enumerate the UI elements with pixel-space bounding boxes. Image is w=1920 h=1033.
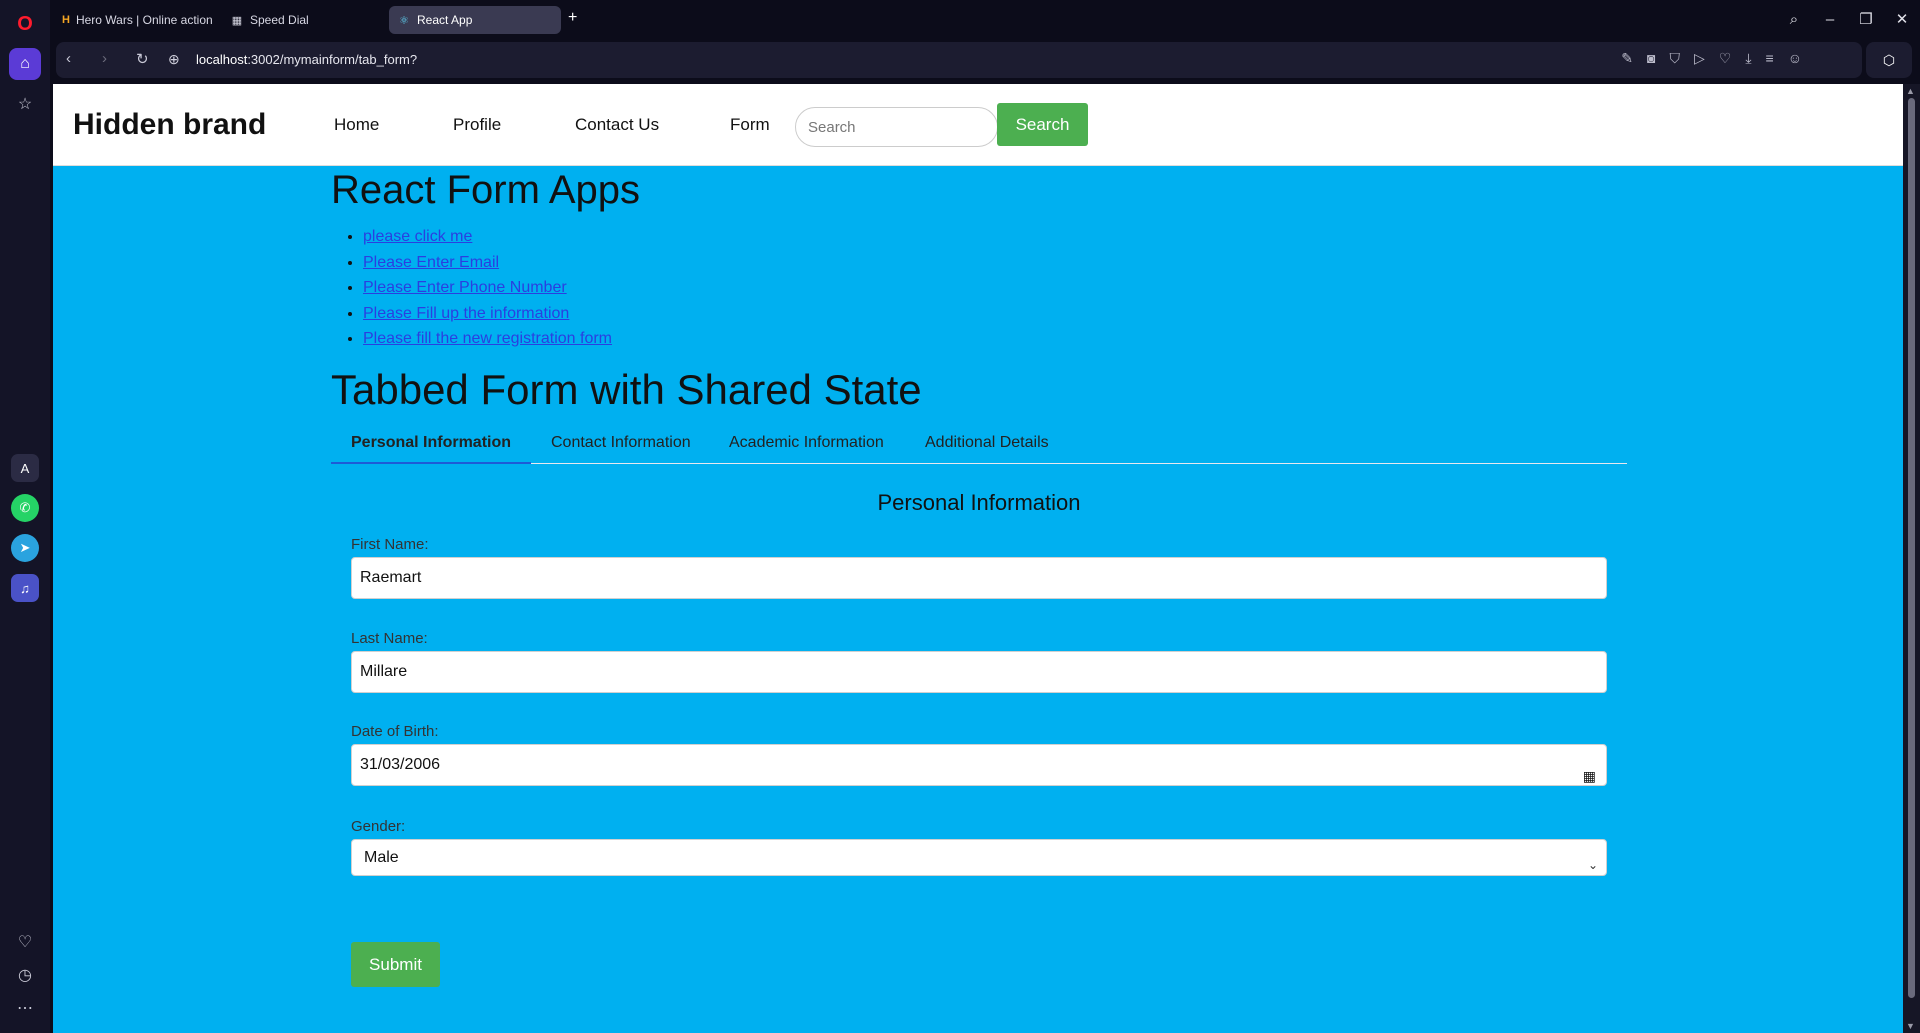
last-name-value: Millare: [360, 663, 408, 680]
scroll-down-icon[interactable]: ▼: [1906, 1021, 1915, 1031]
list-item: Please Enter Phone Number: [363, 275, 612, 301]
browser-tab-speed-dial[interactable]: ▦ Speed Dial: [222, 6, 392, 34]
submit-button[interactable]: Submit: [351, 942, 440, 987]
history-icon[interactable]: ◷: [9, 959, 41, 991]
first-name-value: Raemart: [360, 569, 422, 586]
search-button[interactable]: Search: [997, 103, 1088, 146]
section-title: Personal Information: [877, 490, 1081, 515]
scroll-up-icon[interactable]: ▲: [1906, 86, 1915, 96]
edit-icon[interactable]: ✎: [1621, 50, 1633, 67]
page-viewport: Hidden brand Home Profile Contact Us For…: [53, 84, 1903, 1033]
search-tabs-icon[interactable]: ⌕: [1776, 11, 1812, 28]
menu-icon[interactable]: ≡: [1766, 50, 1774, 67]
tab-academic-information[interactable]: Academic Information: [729, 434, 884, 452]
url-host: localhost: [196, 52, 248, 67]
new-tab-icon[interactable]: +: [568, 9, 577, 27]
tab-title: React App: [417, 13, 473, 27]
link-list: please click me Please Enter Email Pleas…: [363, 224, 612, 352]
list-item: please click me: [363, 224, 612, 250]
window-controls: ⌕ – ❐ ✕: [1776, 0, 1920, 38]
profile-icon[interactable]: ☺: [1788, 50, 1802, 67]
tab-additional-details[interactable]: Additional Details: [925, 434, 1049, 452]
camera-icon[interactable]: ◙: [1647, 50, 1655, 67]
list-item: Please Enter Email: [363, 250, 612, 276]
whatsapp-icon[interactable]: ✆: [11, 494, 39, 522]
extensions-icon[interactable]: ⬡: [1866, 42, 1912, 78]
download-icon[interactable]: ⤓: [1745, 50, 1751, 67]
link-registration-form[interactable]: Please fill the new registration form: [363, 330, 612, 347]
brand-logo[interactable]: Hidden brand: [73, 108, 266, 142]
url-text[interactable]: localhost:3002/mymainform/tab_form?: [196, 52, 417, 67]
url-path: :3002/mymainform/tab_form?: [247, 52, 418, 67]
close-icon[interactable]: ✕: [1884, 10, 1920, 28]
tab-strip: H Hero Wars | Online action ▦ Speed Dial…: [50, 0, 1920, 38]
dob-field[interactable]: 31/03/2006 ▦: [351, 744, 1607, 786]
speed-dial-icon: ▦: [231, 14, 243, 27]
gender-select[interactable]: Male ⌄: [351, 839, 1607, 876]
dob-label: Date of Birth:: [351, 723, 439, 740]
nav-link-home[interactable]: Home: [334, 115, 379, 135]
tab-title: Speed Dial: [250, 13, 309, 27]
tab-personal-information[interactable]: Personal Information: [351, 434, 511, 452]
page-scrollbar[interactable]: ▲ ▼: [1903, 84, 1920, 1033]
browser-sidebar: O ⌂ ☆ A ✆ ➤ ♫ ♡ ◷ ⋯: [0, 0, 50, 1033]
gender-value: Male: [364, 849, 399, 866]
toolbar-icons: ✎ ◙ ⛉ ▷ ♡ ⤓ ≡ ☺: [1621, 50, 1802, 67]
minimize-icon[interactable]: –: [1812, 11, 1848, 28]
link-fill-information[interactable]: Please Fill up the information: [363, 305, 569, 322]
site-navbar: Hidden brand Home Profile Contact Us For…: [53, 84, 1903, 166]
last-name-label: Last Name:: [351, 630, 428, 647]
nav-link-profile[interactable]: Profile: [453, 115, 501, 135]
tab-contact-information[interactable]: Contact Information: [551, 434, 691, 452]
calendar-icon[interactable]: ▦: [1583, 756, 1596, 796]
tabbed-form-title: Tabbed Form with Shared State: [331, 366, 922, 413]
play-icon[interactable]: ▷: [1694, 50, 1705, 67]
restore-icon[interactable]: ❐: [1848, 10, 1884, 28]
browser-toolbar: ‹ › ↻ ⊕ localhost:3002/mymainform/tab_fo…: [50, 40, 1920, 80]
link-please-click-me[interactable]: please click me: [363, 228, 472, 245]
scrollbar-thumb[interactable]: [1908, 98, 1915, 998]
address-bar[interactable]: ‹ › ↻ ⊕ localhost:3002/mymainform/tab_fo…: [56, 42, 1862, 78]
hero-wars-icon: H: [62, 14, 70, 26]
music-player-icon[interactable]: ♫: [11, 574, 39, 602]
form-tabs: Personal Information Contact Information…: [331, 424, 1627, 464]
star-icon[interactable]: ☆: [9, 88, 41, 120]
link-enter-phone[interactable]: Please Enter Phone Number: [363, 279, 567, 296]
last-name-field[interactable]: Millare: [351, 651, 1607, 693]
list-item: Please fill the new registration form: [363, 326, 612, 352]
nav-link-contact-us[interactable]: Contact Us: [575, 115, 659, 135]
more-icon[interactable]: ⋯: [9, 992, 41, 1024]
browser-tab-hero-wars[interactable]: H Hero Wars | Online action: [54, 6, 219, 34]
aria-icon[interactable]: A: [11, 454, 39, 482]
chevron-down-icon: ⌄: [1587, 858, 1598, 872]
gender-label: Gender:: [351, 818, 406, 835]
telegram-icon[interactable]: ➤: [11, 534, 39, 562]
react-icon: ⚛: [399, 14, 409, 27]
heart-icon[interactable]: ♡: [9, 926, 41, 958]
dob-value: 31/03/2006: [360, 756, 441, 773]
search-input[interactable]: [795, 107, 998, 147]
reload-icon[interactable]: ↻: [136, 50, 149, 68]
active-tab-indicator: [331, 462, 531, 464]
first-name-label: First Name:: [351, 536, 429, 553]
page-title: React Form Apps: [331, 168, 641, 212]
first-name-field[interactable]: Raemart: [351, 557, 1607, 599]
site-info-icon[interactable]: ⊕: [168, 51, 180, 68]
home-icon[interactable]: ⌂: [9, 48, 41, 80]
tab-title: Hero Wars | Online action: [75, 13, 213, 27]
browser-tab-react-app[interactable]: ⚛ React App: [389, 6, 561, 34]
shield-icon[interactable]: ⛉: [1669, 50, 1680, 67]
link-enter-email[interactable]: Please Enter Email: [363, 254, 499, 271]
nav-link-form[interactable]: Form: [730, 115, 770, 135]
forward-icon[interactable]: ›: [102, 50, 107, 67]
heart-icon[interactable]: ♡: [1719, 50, 1732, 67]
back-icon[interactable]: ‹: [66, 50, 71, 67]
list-item: Please Fill up the information: [363, 301, 612, 327]
opera-logo-icon[interactable]: O: [9, 8, 41, 40]
